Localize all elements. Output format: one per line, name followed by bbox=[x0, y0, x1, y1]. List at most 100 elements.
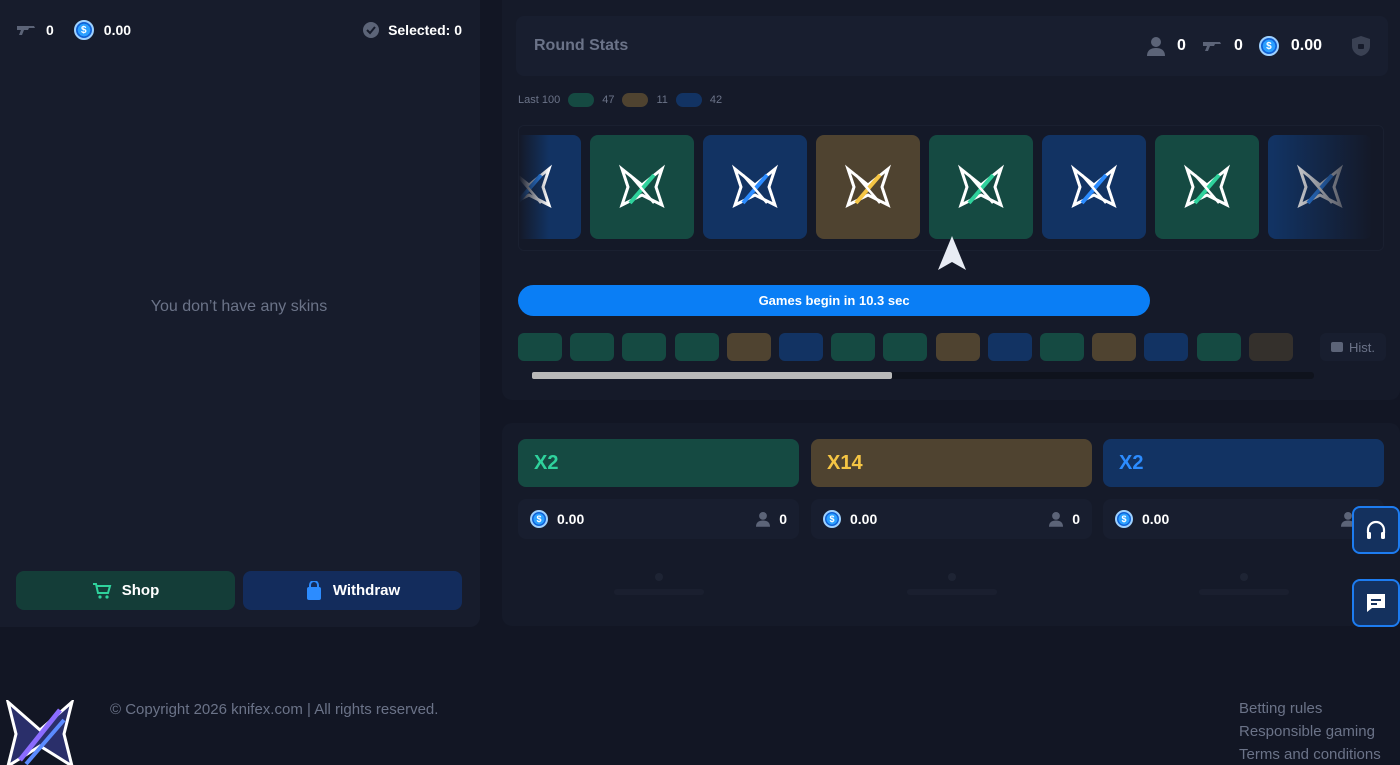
bet-green-amount: 0.00 bbox=[557, 511, 585, 527]
withdraw-label: Withdraw bbox=[332, 582, 401, 599]
skins-count-group: 0 bbox=[16, 22, 54, 38]
bet-green-button[interactable]: X2 bbox=[518, 439, 799, 487]
coin-icon: $ bbox=[823, 510, 841, 528]
skin-select-icon bbox=[363, 22, 380, 38]
knife-emblem-icon bbox=[731, 164, 779, 208]
round-stats-bar: Round Stats 0 0 $ 0.00 bbox=[516, 16, 1388, 76]
terms-link[interactable]: Terms and conditions bbox=[1239, 746, 1381, 763]
pointer-icon bbox=[938, 236, 966, 270]
countdown-text: Games begin in 10.3 sec bbox=[758, 293, 910, 308]
last-100-green-count: 47 bbox=[602, 94, 615, 106]
empty-inventory-message: You don’t have any skins bbox=[150, 298, 328, 315]
history-chip-green bbox=[883, 333, 928, 361]
history-strip bbox=[518, 333, 1308, 361]
betting-rules-link[interactable]: Betting rules bbox=[1239, 700, 1381, 717]
bet-blue-multiplier: X2 bbox=[1119, 451, 1144, 474]
history-chip-blue bbox=[1144, 333, 1189, 361]
inventory-panel: 0 $ 0.00 Selected: 0 You don’t have any … bbox=[0, 0, 480, 627]
history-icon bbox=[1331, 342, 1343, 352]
footer-links: Betting rules Responsible gaming Terms a… bbox=[1239, 700, 1381, 763]
countdown-track: Games begin in 10.3 sec bbox=[518, 285, 1384, 316]
responsible-gaming-link[interactable]: Responsible gaming bbox=[1239, 723, 1381, 740]
skins-count: 0 bbox=[46, 22, 54, 38]
round-players-count: 0 bbox=[1177, 37, 1186, 54]
history-button[interactable]: Hist. bbox=[1320, 333, 1386, 361]
coin-icon: $ bbox=[1115, 510, 1133, 528]
history-chip-blue bbox=[779, 333, 823, 361]
round-skins: 0 bbox=[1202, 37, 1243, 55]
last-100-blue-pill bbox=[675, 93, 702, 107]
history-chip-green bbox=[674, 333, 719, 361]
user-icon bbox=[1049, 512, 1064, 527]
history-chip-green bbox=[518, 333, 562, 361]
bet-gold-multiplier: X14 bbox=[827, 451, 863, 474]
round-players: 0 bbox=[1147, 36, 1186, 56]
round-stats-values: 0 0 $ 0.00 bbox=[1147, 36, 1370, 56]
last-100-label: Last 100 bbox=[518, 94, 561, 106]
chat-button[interactable] bbox=[1352, 579, 1400, 627]
headset-icon bbox=[1366, 520, 1386, 539]
roulette-tile-blue bbox=[1042, 135, 1146, 239]
inventory-header: 0 $ 0.00 Selected: 0 bbox=[16, 18, 462, 42]
round-total-value: 0.00 bbox=[1290, 37, 1322, 54]
last-100-blue-count: 42 bbox=[709, 94, 723, 106]
last-100-green-pill bbox=[568, 93, 595, 107]
roulette-strip bbox=[518, 125, 1384, 251]
roulette-tile-gold bbox=[816, 135, 920, 239]
bet-gold-summary: $0.00 0 bbox=[811, 499, 1092, 539]
shield-icon[interactable] bbox=[1352, 36, 1370, 56]
shop-button[interactable]: Shop bbox=[16, 571, 235, 610]
bet-gold-placeholder bbox=[811, 573, 1092, 595]
selected-label: Selected: 0 bbox=[388, 22, 462, 38]
roulette-tile-green bbox=[1155, 135, 1259, 239]
knife-emblem-icon bbox=[957, 164, 1005, 208]
history-chip-gold bbox=[1092, 333, 1137, 361]
selected-counter[interactable]: Selected: 0 bbox=[362, 21, 462, 39]
cart-icon bbox=[92, 582, 112, 599]
history-scrollbar[interactable] bbox=[532, 372, 1314, 379]
bet-blue-placeholder bbox=[1103, 573, 1384, 595]
history-chip-green bbox=[622, 333, 667, 361]
last-100-gold-pill bbox=[622, 93, 649, 107]
coin-icon: $ bbox=[1258, 36, 1279, 56]
gun-icon bbox=[1202, 42, 1221, 51]
history-chip-blue bbox=[987, 333, 1032, 361]
history-button-label: Hist. bbox=[1349, 339, 1375, 355]
bet-gold-button[interactable]: X14 bbox=[811, 439, 1092, 487]
roulette-fade-left bbox=[519, 126, 549, 250]
round-total: $ 0.00 bbox=[1258, 36, 1322, 56]
bag-icon bbox=[306, 580, 321, 600]
last-100-gold-count: 11 bbox=[656, 94, 668, 106]
roulette-tile-green bbox=[929, 135, 1033, 239]
bet-blue-button[interactable]: X2 bbox=[1103, 439, 1384, 487]
history-scrollbar-thumb[interactable] bbox=[532, 372, 892, 379]
balance-group: $ 0.00 bbox=[73, 20, 132, 40]
knife-emblem-icon[interactable] bbox=[6, 700, 74, 765]
bet-green-players: 0 bbox=[779, 511, 787, 527]
gun-icon bbox=[17, 26, 35, 35]
history-chip-green bbox=[1196, 333, 1241, 361]
user-icon bbox=[1147, 37, 1166, 56]
history-chip-green bbox=[831, 333, 876, 361]
history-chip-gold bbox=[935, 333, 980, 361]
bet-green-summary: $0.00 0 bbox=[518, 499, 799, 539]
knife-emblem-icon bbox=[1070, 164, 1118, 208]
shop-label: Shop bbox=[121, 582, 160, 599]
bet-green-multiplier: X2 bbox=[534, 451, 559, 474]
bet-blue-summary: $0.00 0 bbox=[1103, 499, 1384, 539]
chat-icon bbox=[1367, 594, 1385, 612]
balance-value: 0.00 bbox=[103, 22, 132, 38]
bet-green-placeholder bbox=[518, 573, 799, 595]
bet-column-gold: X14 $0.00 0 bbox=[811, 439, 1092, 539]
round-skins-count: 0 bbox=[1233, 37, 1243, 54]
roulette-tile-green bbox=[590, 135, 694, 239]
support-button[interactable] bbox=[1352, 506, 1400, 554]
last-100-stats: Last 100 47 11 42 bbox=[518, 93, 722, 107]
roulette-tile-blue bbox=[703, 135, 807, 239]
withdraw-button[interactable]: Withdraw bbox=[243, 571, 462, 610]
history-chip-gold bbox=[726, 333, 771, 361]
copyright-text: © Copyright 2026 knifex.com | All rights… bbox=[110, 701, 439, 718]
knife-emblem-icon bbox=[1183, 164, 1231, 208]
coin-icon: $ bbox=[530, 510, 548, 528]
coin-icon: $ bbox=[73, 20, 94, 40]
